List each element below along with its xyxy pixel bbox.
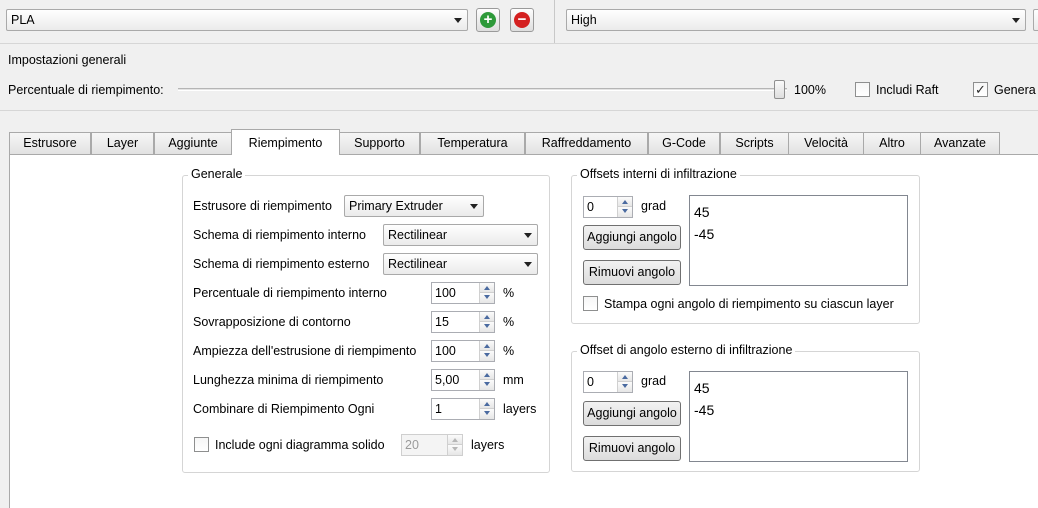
internal-percentage-label: Percentuale di riempimento interno (193, 286, 387, 300)
generale-group-title: Generale (188, 167, 246, 181)
spin-up-icon[interactable] (448, 435, 462, 445)
riempimento-panel: Generale Estrusore di riempimento Primar… (9, 154, 1038, 508)
print-every-angle-checkbox[interactable] (583, 296, 598, 311)
tab-avanzate[interactable]: Avanzate (920, 132, 1000, 154)
tab-estrusore[interactable]: Estrusore (9, 132, 91, 154)
internal-remove-angle-button[interactable]: Rimuovi angolo (583, 260, 681, 285)
infill-percentage-label: Percentuale di riempimento: (8, 83, 164, 97)
chevron-down-icon (470, 204, 478, 209)
tab-aggiunte[interactable]: Aggiunte (154, 132, 232, 154)
spin-up-icon[interactable] (618, 197, 632, 207)
tab-supporto[interactable]: Supporto (339, 132, 420, 154)
solid-layers-stepper[interactable]: 20 (401, 434, 463, 456)
min-length-stepper[interactable]: 5,00 (431, 369, 495, 391)
tab-layer[interactable]: Layer (91, 132, 154, 154)
combine-every-stepper[interactable]: 1 (431, 398, 495, 420)
spin-down-icon[interactable] (448, 445, 462, 455)
extrusion-width-label: Ampiezza dell'estrusione di riempimento (193, 344, 417, 358)
spin-up-icon[interactable] (480, 399, 494, 409)
spin-down-icon[interactable] (480, 293, 494, 303)
include-solid-checkbox[interactable] (194, 437, 209, 452)
infill-slider-handle[interactable] (774, 80, 785, 99)
quality-select[interactable]: High (566, 9, 1026, 31)
toolbar-divider (554, 0, 555, 44)
internal-percentage-unit: % (503, 286, 515, 300)
add-material-button[interactable]: + (476, 8, 500, 32)
internal-pattern-select[interactable]: Rectilinear (383, 224, 538, 246)
tab-riempimento[interactable]: Riempimento (231, 129, 340, 155)
external-remove-angle-button[interactable]: Rimuovi angolo (583, 436, 681, 461)
extrusion-width-unit: % (503, 344, 515, 358)
contour-overlap-unit: % (503, 315, 515, 329)
internal-add-angle-button[interactable]: Aggiungi angolo (583, 225, 681, 250)
spin-up-icon[interactable] (480, 283, 494, 293)
extra-toolbar-control[interactable] (1033, 9, 1038, 31)
contour-overlap-stepper[interactable]: 15 (431, 311, 495, 333)
infill-extruder-label: Estrusore di riempimento (193, 199, 332, 213)
spin-up-icon[interactable] (480, 370, 494, 380)
tab-altro[interactable]: Altro (863, 132, 921, 154)
external-angle-unit: grad (641, 374, 667, 388)
min-length-label: Lunghezza minima di riempimento (193, 373, 384, 387)
minus-icon: − (514, 12, 530, 28)
spin-down-icon[interactable] (480, 409, 494, 419)
general-settings-title: Impostazioni generali (8, 53, 127, 67)
external-pattern-select[interactable]: Rectilinear (383, 253, 538, 275)
list-item[interactable]: 45 (694, 201, 903, 223)
spin-down-icon[interactable] (618, 207, 632, 217)
list-item[interactable]: 45 (694, 377, 903, 399)
extrusion-width-stepper[interactable]: 100 (431, 340, 495, 362)
internal-percentage-stepper[interactable]: 100 (431, 282, 495, 304)
contour-overlap-label: Sovrapposizione di contorno (193, 315, 351, 329)
infill-extruder-select[interactable]: Primary Extruder (344, 195, 484, 217)
material-select[interactable]: PLA (6, 9, 468, 31)
spin-up-icon[interactable] (480, 341, 494, 351)
print-every-angle-label: Stampa ogni angolo di riempimento su cia… (604, 297, 894, 311)
spin-down-icon[interactable] (480, 322, 494, 332)
internal-offsets-title: Offsets interni di infiltrazione (577, 167, 740, 181)
external-angle-stepper[interactable]: 0 (583, 371, 633, 393)
chevron-down-icon (1012, 18, 1020, 23)
genera-checkbox[interactable]: ✓ (973, 82, 988, 97)
tab-scripts[interactable]: Scripts (720, 132, 789, 154)
infill-percentage-value: 100% (794, 83, 826, 97)
internal-angle-unit: grad (641, 199, 667, 213)
spin-down-icon[interactable] (480, 351, 494, 361)
spin-down-icon[interactable] (480, 380, 494, 390)
checkmark-icon: ✓ (975, 82, 986, 97)
infill-slider-track[interactable] (178, 88, 787, 91)
solid-layers-unit: layers (471, 438, 505, 452)
list-item[interactable]: -45 (694, 399, 903, 421)
combine-every-label: Combinare di Riempimento Ogni (193, 402, 375, 416)
include-raft-checkbox[interactable] (855, 82, 870, 97)
external-add-angle-button[interactable]: Aggiungi angolo (583, 401, 681, 426)
genera-label: Genera (994, 83, 1036, 97)
remove-material-button[interactable]: − (510, 8, 534, 32)
combine-every-unit: layers (503, 402, 537, 416)
include-solid-label: Include ogni diagramma solido (215, 438, 385, 452)
internal-angles-list[interactable]: 45 -45 (689, 195, 908, 286)
internal-angle-stepper[interactable]: 0 (583, 196, 633, 218)
toolbar-separator (0, 43, 1038, 44)
tab-gcode[interactable]: G-Code (648, 132, 720, 154)
min-length-unit: mm (503, 373, 524, 387)
tab-velocita[interactable]: Velocità (788, 132, 864, 154)
external-angles-list[interactable]: 45 -45 (689, 371, 908, 462)
tab-raffreddamento[interactable]: Raffreddamento (525, 132, 648, 154)
chevron-down-icon (524, 233, 532, 238)
chevron-down-icon (454, 18, 462, 23)
spin-up-icon[interactable] (618, 372, 632, 382)
tab-temperatura[interactable]: Temperatura (420, 132, 525, 154)
internal-pattern-label: Schema di riempimento interno (193, 228, 366, 242)
include-raft-label: Includi Raft (876, 83, 939, 97)
external-offsets-title: Offset di angolo esterno di infiltrazion… (577, 343, 796, 357)
list-item[interactable]: -45 (694, 223, 903, 245)
spin-up-icon[interactable] (480, 312, 494, 322)
plus-icon: + (480, 12, 496, 28)
external-pattern-label: Schema di riempimento esterno (193, 257, 370, 271)
general-separator (0, 110, 1038, 111)
chevron-down-icon (524, 262, 532, 267)
spin-down-icon[interactable] (618, 382, 632, 392)
